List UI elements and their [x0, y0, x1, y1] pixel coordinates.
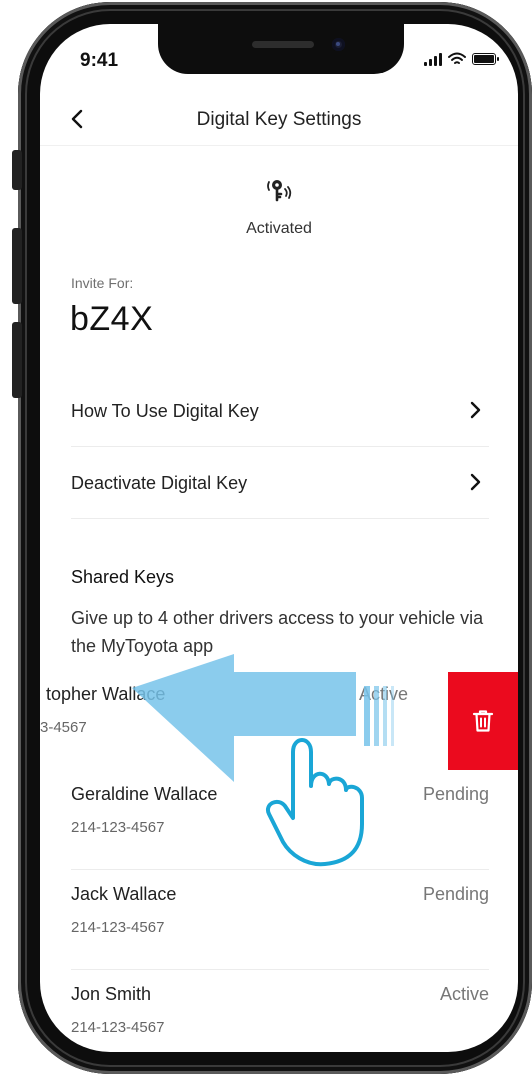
menu-item-label: Deactivate Digital Key	[71, 473, 248, 493]
app-screen: 9:41 Digital Key Settings Activated Invi…	[40, 24, 518, 1052]
contact-name: Jon Smith	[71, 984, 152, 1004]
contact-phone: 214-123-4567	[71, 1019, 165, 1036]
chevron-right-icon	[470, 401, 481, 419]
page-title: Digital Key Settings	[196, 109, 362, 130]
contact-status: Active	[359, 684, 409, 704]
signal-icon	[424, 52, 442, 66]
front-camera	[332, 38, 345, 51]
contact-phone: 214-123-4567	[71, 919, 165, 936]
menu-item-label: How To Use Digital Key	[71, 401, 259, 421]
vehicle-name: bZ4X	[70, 300, 154, 338]
activation-status: Activated	[246, 220, 312, 237]
shared-keys-description: Give up to 4 other drivers access to you…	[71, 608, 484, 656]
contact-name: Jack Wallace	[71, 884, 177, 904]
trash-icon	[472, 710, 494, 732]
status-icons	[424, 52, 499, 66]
how-to-use-digital-key-row[interactable]: How To Use Digital Key	[71, 377, 489, 447]
contact-status: Pending	[422, 884, 489, 904]
shared-keys-title: Shared Keys	[71, 567, 175, 587]
invite-label: Invite For:	[71, 275, 134, 291]
contact-phone: 214-123-4567	[71, 819, 165, 836]
shared-key-row[interactable]: Jon Smith 214-123-4567 Active	[71, 972, 489, 1052]
deactivate-digital-key-row[interactable]: Deactivate Digital Key	[71, 449, 489, 519]
digital-key-icon	[267, 180, 292, 202]
shared-key-row-swiped[interactable]: topher Wallace 3-4567 Active	[40, 672, 448, 770]
contact-phone: 3-4567	[40, 719, 87, 736]
volume-down-button	[12, 322, 22, 398]
delete-shared-key-button[interactable]	[448, 672, 518, 770]
notch	[158, 24, 404, 74]
wifi-icon	[448, 52, 466, 64]
volume-up-button	[12, 228, 22, 304]
earpiece-speaker	[252, 41, 314, 48]
mute-switch	[12, 150, 22, 190]
status-time: 9:41	[80, 50, 119, 71]
contact-status: Active	[439, 984, 489, 1004]
contact-status: Pending	[422, 784, 489, 804]
shared-key-row[interactable]: Jack Wallace 214-123-4567 Pending	[71, 872, 489, 970]
battery-icon	[472, 53, 499, 65]
contact-name: Geraldine Wallace	[71, 784, 218, 804]
navigation-bar: Digital Key Settings	[40, 96, 518, 146]
chevron-right-icon	[470, 473, 481, 491]
shared-key-row[interactable]: Geraldine Wallace 214-123-4567 Pending	[71, 772, 489, 870]
contact-name: topher Wallace	[46, 684, 166, 704]
